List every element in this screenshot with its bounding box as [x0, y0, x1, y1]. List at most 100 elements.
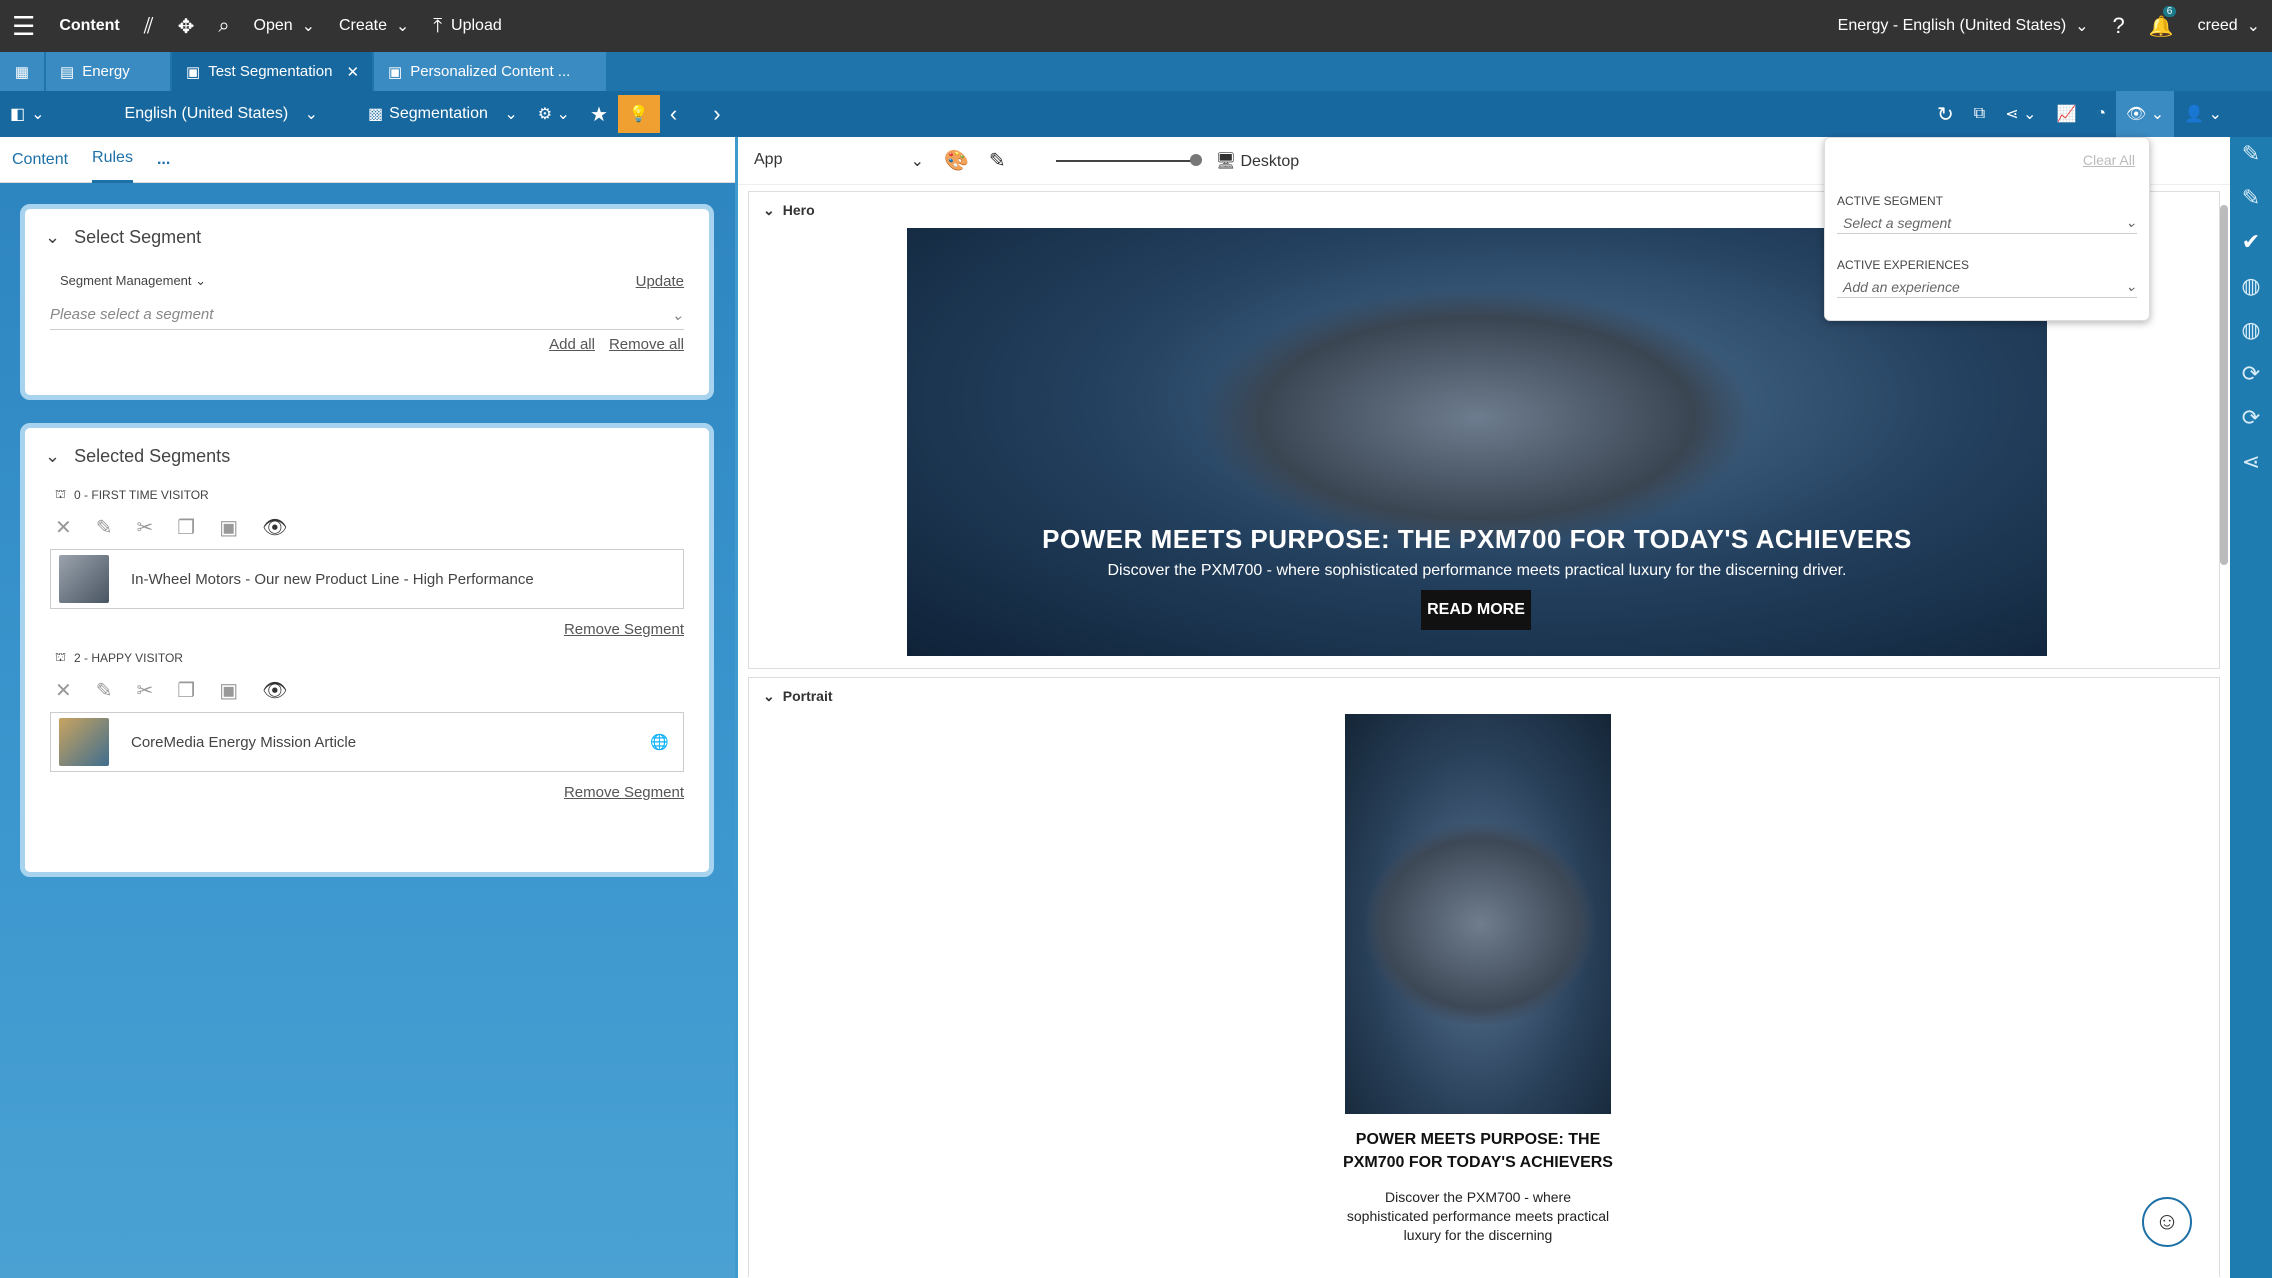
cut-icon[interactable]: ✂ — [137, 678, 154, 703]
tab-rules[interactable]: Rules — [92, 137, 133, 183]
panel-toggle[interactable]: ◧ ⌄ — [0, 91, 55, 137]
user-menu[interactable]: creed ⌄ — [2186, 0, 2272, 52]
workflow-icon[interactable]: ✥ — [166, 0, 207, 52]
notification-badge: 6 — [2162, 6, 2177, 17]
type-selector[interactable]: ▩ Segmentation ⌄ — [358, 91, 528, 137]
remove-segment-link[interactable]: Remove Segment — [564, 784, 684, 801]
clear-all-link[interactable]: Clear All — [2083, 152, 2135, 168]
tab-content[interactable]: Content — [12, 137, 68, 183]
segment-select-input[interactable]: Please select a segment ⌄ — [50, 300, 684, 330]
active-segment-select[interactable]: Select a segment ⌄ — [1837, 212, 2137, 234]
time-icon[interactable]: ◔ — [2086, 91, 2116, 137]
reload-icon[interactable]: ↻ — [1927, 91, 1964, 137]
hero-title: POWER MEETS PURPOSE: THE PXM700 FOR TODA… — [1042, 524, 1912, 554]
add-all-link[interactable]: Add all — [549, 336, 595, 353]
preview-eye-icon[interactable]: 👁 ⌄ — [2116, 91, 2175, 137]
dashboard-tab[interactable]: ▦ — [0, 52, 44, 91]
lightbulb-icon[interactable]: 💡 — [617, 95, 660, 133]
library-icon[interactable]: ⫽ — [132, 0, 166, 52]
chevron-down-icon: ⌄ — [31, 106, 45, 123]
active-experiences-placeholder: Add an experience — [1843, 278, 1960, 295]
collapse-left-icon[interactable]: ‹ — [660, 91, 687, 137]
eye-icon[interactable]: 👁 — [262, 678, 287, 703]
segment-source-selector[interactable]: Segment Management ⌄ — [60, 273, 206, 289]
user-preview-icon[interactable]: 👤 ⌄ — [2174, 91, 2232, 137]
portrait-image[interactable] — [1345, 714, 1611, 1114]
top-bar: ☰ Content ⫽ ✥ ⌕ Open ⌄ Create ⌄ ⤒ Upload… — [0, 0, 2272, 52]
create-menu[interactable]: Create ⌄ — [327, 0, 421, 52]
paste-icon[interactable]: ▣ — [219, 678, 238, 703]
settings-icon[interactable]: ⚙ ⌄ — [528, 91, 580, 137]
preview-scrollbar[interactable] — [2220, 205, 2228, 565]
open-menu[interactable]: Open ⌄ — [242, 0, 327, 52]
paste-icon[interactable]: ▣ — [219, 515, 238, 540]
chevron-down-icon[interactable]: ⌄ — [763, 688, 775, 705]
palette-icon[interactable]: 🎨 — [944, 148, 969, 173]
sync-icon[interactable]: ⟳ — [2242, 405, 2260, 431]
card-title: Selected Segments — [74, 446, 231, 466]
external-link-icon[interactable]: ⧉ — [1964, 91, 1995, 137]
copy-icon[interactable]: ❐ — [177, 515, 195, 540]
delete-icon[interactable]: ✕ — [55, 515, 72, 540]
segment-name: 0 - FIRST TIME VISITOR — [74, 488, 209, 502]
search-icon[interactable]: ⌕ — [206, 0, 241, 52]
highlight-icon[interactable]: ✎ — [989, 148, 1006, 173]
edit-icon[interactable]: ✎ — [2242, 141, 2260, 167]
delete-icon[interactable]: ✕ — [55, 678, 72, 703]
site-selector[interactable]: Energy - English (United States) ⌄ — [1826, 0, 2101, 52]
slider-handle[interactable] — [1189, 153, 1202, 166]
menu-icon[interactable]: ☰ — [0, 0, 47, 52]
close-icon[interactable]: ✕ — [346, 63, 359, 81]
tab-energy[interactable]: ▤ Energy — [46, 52, 170, 91]
app-selector[interactable]: App ⌄ — [754, 151, 924, 171]
list-item[interactable]: CoreMedia Energy Mission Article 🌐 — [50, 712, 684, 772]
chevron-down-icon[interactable]: ⌄ — [763, 202, 775, 219]
chevron-down-icon[interactable]: ⌄ — [45, 227, 60, 248]
remove-segment-link[interactable]: Remove Segment — [564, 621, 684, 638]
checkmark-icon[interactable]: ✔ — [2242, 229, 2260, 255]
chat-assistant-icon[interactable]: ☺ — [2142, 1197, 2192, 1247]
segment-name: 2 - HAPPY VISITOR — [74, 651, 183, 665]
content-thumbnail — [59, 555, 109, 603]
device-slider[interactable] — [1055, 153, 1202, 166]
left-panel-tabs: Content Rules ... — [0, 137, 735, 183]
globe-icon[interactable]: ◍ — [2241, 273, 2260, 299]
create-label: Create — [338, 17, 387, 34]
sync-icon[interactable]: ⟳ — [2242, 361, 2260, 387]
tab-test-segmentation[interactable]: ▣ Test Segmentation ✕ — [172, 52, 372, 91]
copy-icon[interactable]: ❐ — [177, 678, 195, 703]
locale-selector[interactable]: English (United States) ⌄ — [115, 91, 329, 137]
segment-label: ⛫ 2 - HAPPY VISITOR — [25, 648, 709, 668]
cut-icon[interactable]: ✂ — [137, 515, 154, 540]
document-icon: ▣ — [186, 63, 201, 81]
segment-icon: ⛫ — [55, 650, 67, 664]
share-icon[interactable]: ⋖ — [2242, 449, 2260, 475]
active-experiences-select[interactable]: Add an experience ⌄ — [1837, 276, 2137, 298]
help-icon[interactable]: ? — [2101, 0, 2137, 52]
update-link[interactable]: Update — [636, 273, 684, 290]
editor-toolbar: ◧ ⌄ English (United States) ⌄ ▩ Segmentati… — [0, 91, 2272, 137]
locale-label: English (United States) — [124, 105, 289, 122]
chevron-down-icon: ⌄ — [2075, 18, 2089, 35]
list-item[interactable]: In-Wheel Motors - Our new Product Line -… — [50, 549, 684, 609]
edit-icon[interactable]: ✎ — [96, 515, 113, 540]
tab-personalized-content[interactable]: ▣ Personalized Content ... — [374, 52, 606, 91]
notifications-button[interactable]: 🔔 6 — [2137, 0, 2186, 52]
device-label-wrap: 🖥 Desktop — [1216, 151, 1299, 171]
more-tabs[interactable]: ... — [157, 137, 170, 183]
remove-all-link[interactable]: Remove all — [609, 336, 684, 353]
share-icon[interactable]: ⋖ ⌄ — [1995, 91, 2046, 137]
content-title: CoreMedia Energy Mission Article — [131, 733, 357, 751]
globe-icon[interactable]: ◍ — [2241, 317, 2260, 343]
chevron-down-icon: ⌄ — [504, 106, 518, 123]
chevron-down-icon[interactable]: ⌄ — [45, 446, 60, 467]
read-more-button[interactable]: READ MORE — [1421, 590, 1531, 630]
upload-button[interactable]: ⤒ Upload — [421, 0, 513, 52]
star-icon[interactable]: ★ — [580, 91, 618, 137]
edit-icon[interactable]: ✎ — [2242, 185, 2260, 211]
analytics-icon[interactable]: 📈 — [2046, 91, 2086, 137]
edit-icon[interactable]: ✎ — [96, 678, 113, 703]
expand-right-icon[interactable]: › — [703, 91, 730, 137]
app-title[interactable]: Content — [47, 0, 131, 52]
eye-icon[interactable]: 👁 — [262, 515, 287, 540]
